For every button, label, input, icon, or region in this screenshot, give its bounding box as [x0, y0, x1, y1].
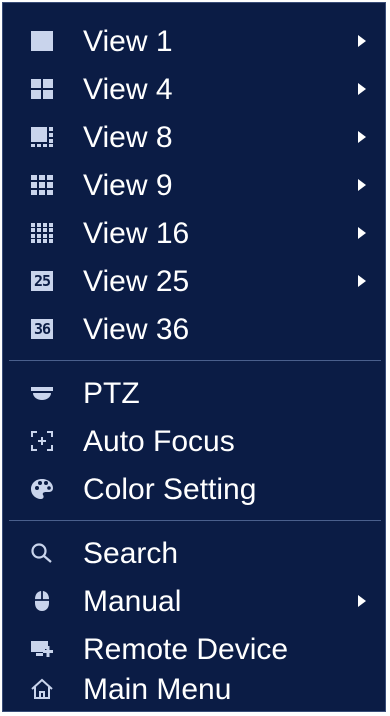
view-16-icon	[29, 221, 55, 245]
menu-item-view-8[interactable]: View 8	[3, 113, 385, 161]
menu-item-label: Main Menu	[83, 673, 232, 706]
menu-item-label: Remote Device	[83, 633, 289, 666]
menu-item-view-4[interactable]: View 4	[3, 65, 385, 113]
menu-item-view-16[interactable]: View 16	[3, 209, 385, 257]
palette-icon	[29, 477, 55, 501]
remote-device-icon	[29, 637, 55, 661]
submenu-arrow-icon	[358, 131, 366, 143]
menu-item-color-setting[interactable]: Color Setting	[3, 465, 385, 513]
menu-item-label: Auto Focus	[83, 425, 235, 458]
submenu-arrow-icon	[358, 179, 366, 191]
mouse-icon	[29, 589, 55, 613]
ptz-camera-icon	[29, 381, 55, 405]
menu-item-label: View 8	[83, 121, 173, 154]
submenu-arrow-icon	[358, 35, 366, 47]
menu-item-manual[interactable]: Manual	[3, 577, 385, 625]
menu-separator	[9, 360, 381, 361]
view-25-badge: 25	[31, 271, 53, 291]
menu-item-view-36[interactable]: 36 View 36	[3, 305, 385, 353]
submenu-arrow-icon	[358, 595, 366, 607]
menu-item-label: View 9	[83, 169, 173, 202]
menu-item-ptz[interactable]: PTZ	[3, 369, 385, 417]
menu-item-label: View 25	[83, 265, 190, 298]
menu-item-label: Color Setting	[83, 473, 257, 506]
menu-item-search[interactable]: Search	[3, 529, 385, 577]
view-4-icon	[29, 77, 55, 101]
view-8-icon	[29, 125, 55, 149]
menu-item-view-25[interactable]: 25 View 25	[3, 257, 385, 305]
menu-item-label: View 4	[83, 73, 173, 106]
menu-item-label: Manual	[83, 585, 182, 618]
menu-item-view-1[interactable]: View 1	[3, 17, 385, 65]
menu-item-label: PTZ	[83, 377, 140, 410]
view-36-badge: 36	[31, 319, 53, 339]
submenu-arrow-icon	[358, 227, 366, 239]
menu-item-label: View 36	[83, 313, 190, 346]
menu-separator	[9, 520, 381, 521]
submenu-arrow-icon	[358, 83, 366, 95]
submenu-arrow-icon	[358, 275, 366, 287]
menu-item-auto-focus[interactable]: Auto Focus	[3, 417, 385, 465]
menu-item-label: View 16	[83, 217, 190, 250]
view-1-icon	[29, 29, 55, 53]
view-36-icon: 36	[29, 317, 55, 341]
search-icon	[29, 541, 55, 565]
context-menu: View 1 View 4 View 8 View 9 View 16 25 V…	[2, 2, 386, 712]
menu-item-main-menu[interactable]: Main Menu	[3, 665, 385, 713]
menu-item-label: Search	[83, 537, 179, 570]
auto-focus-icon	[29, 429, 55, 453]
menu-item-view-9[interactable]: View 9	[3, 161, 385, 209]
home-icon	[29, 677, 55, 701]
view-25-icon: 25	[29, 269, 55, 293]
view-9-icon	[29, 173, 55, 197]
menu-item-label: View 1	[83, 25, 173, 58]
